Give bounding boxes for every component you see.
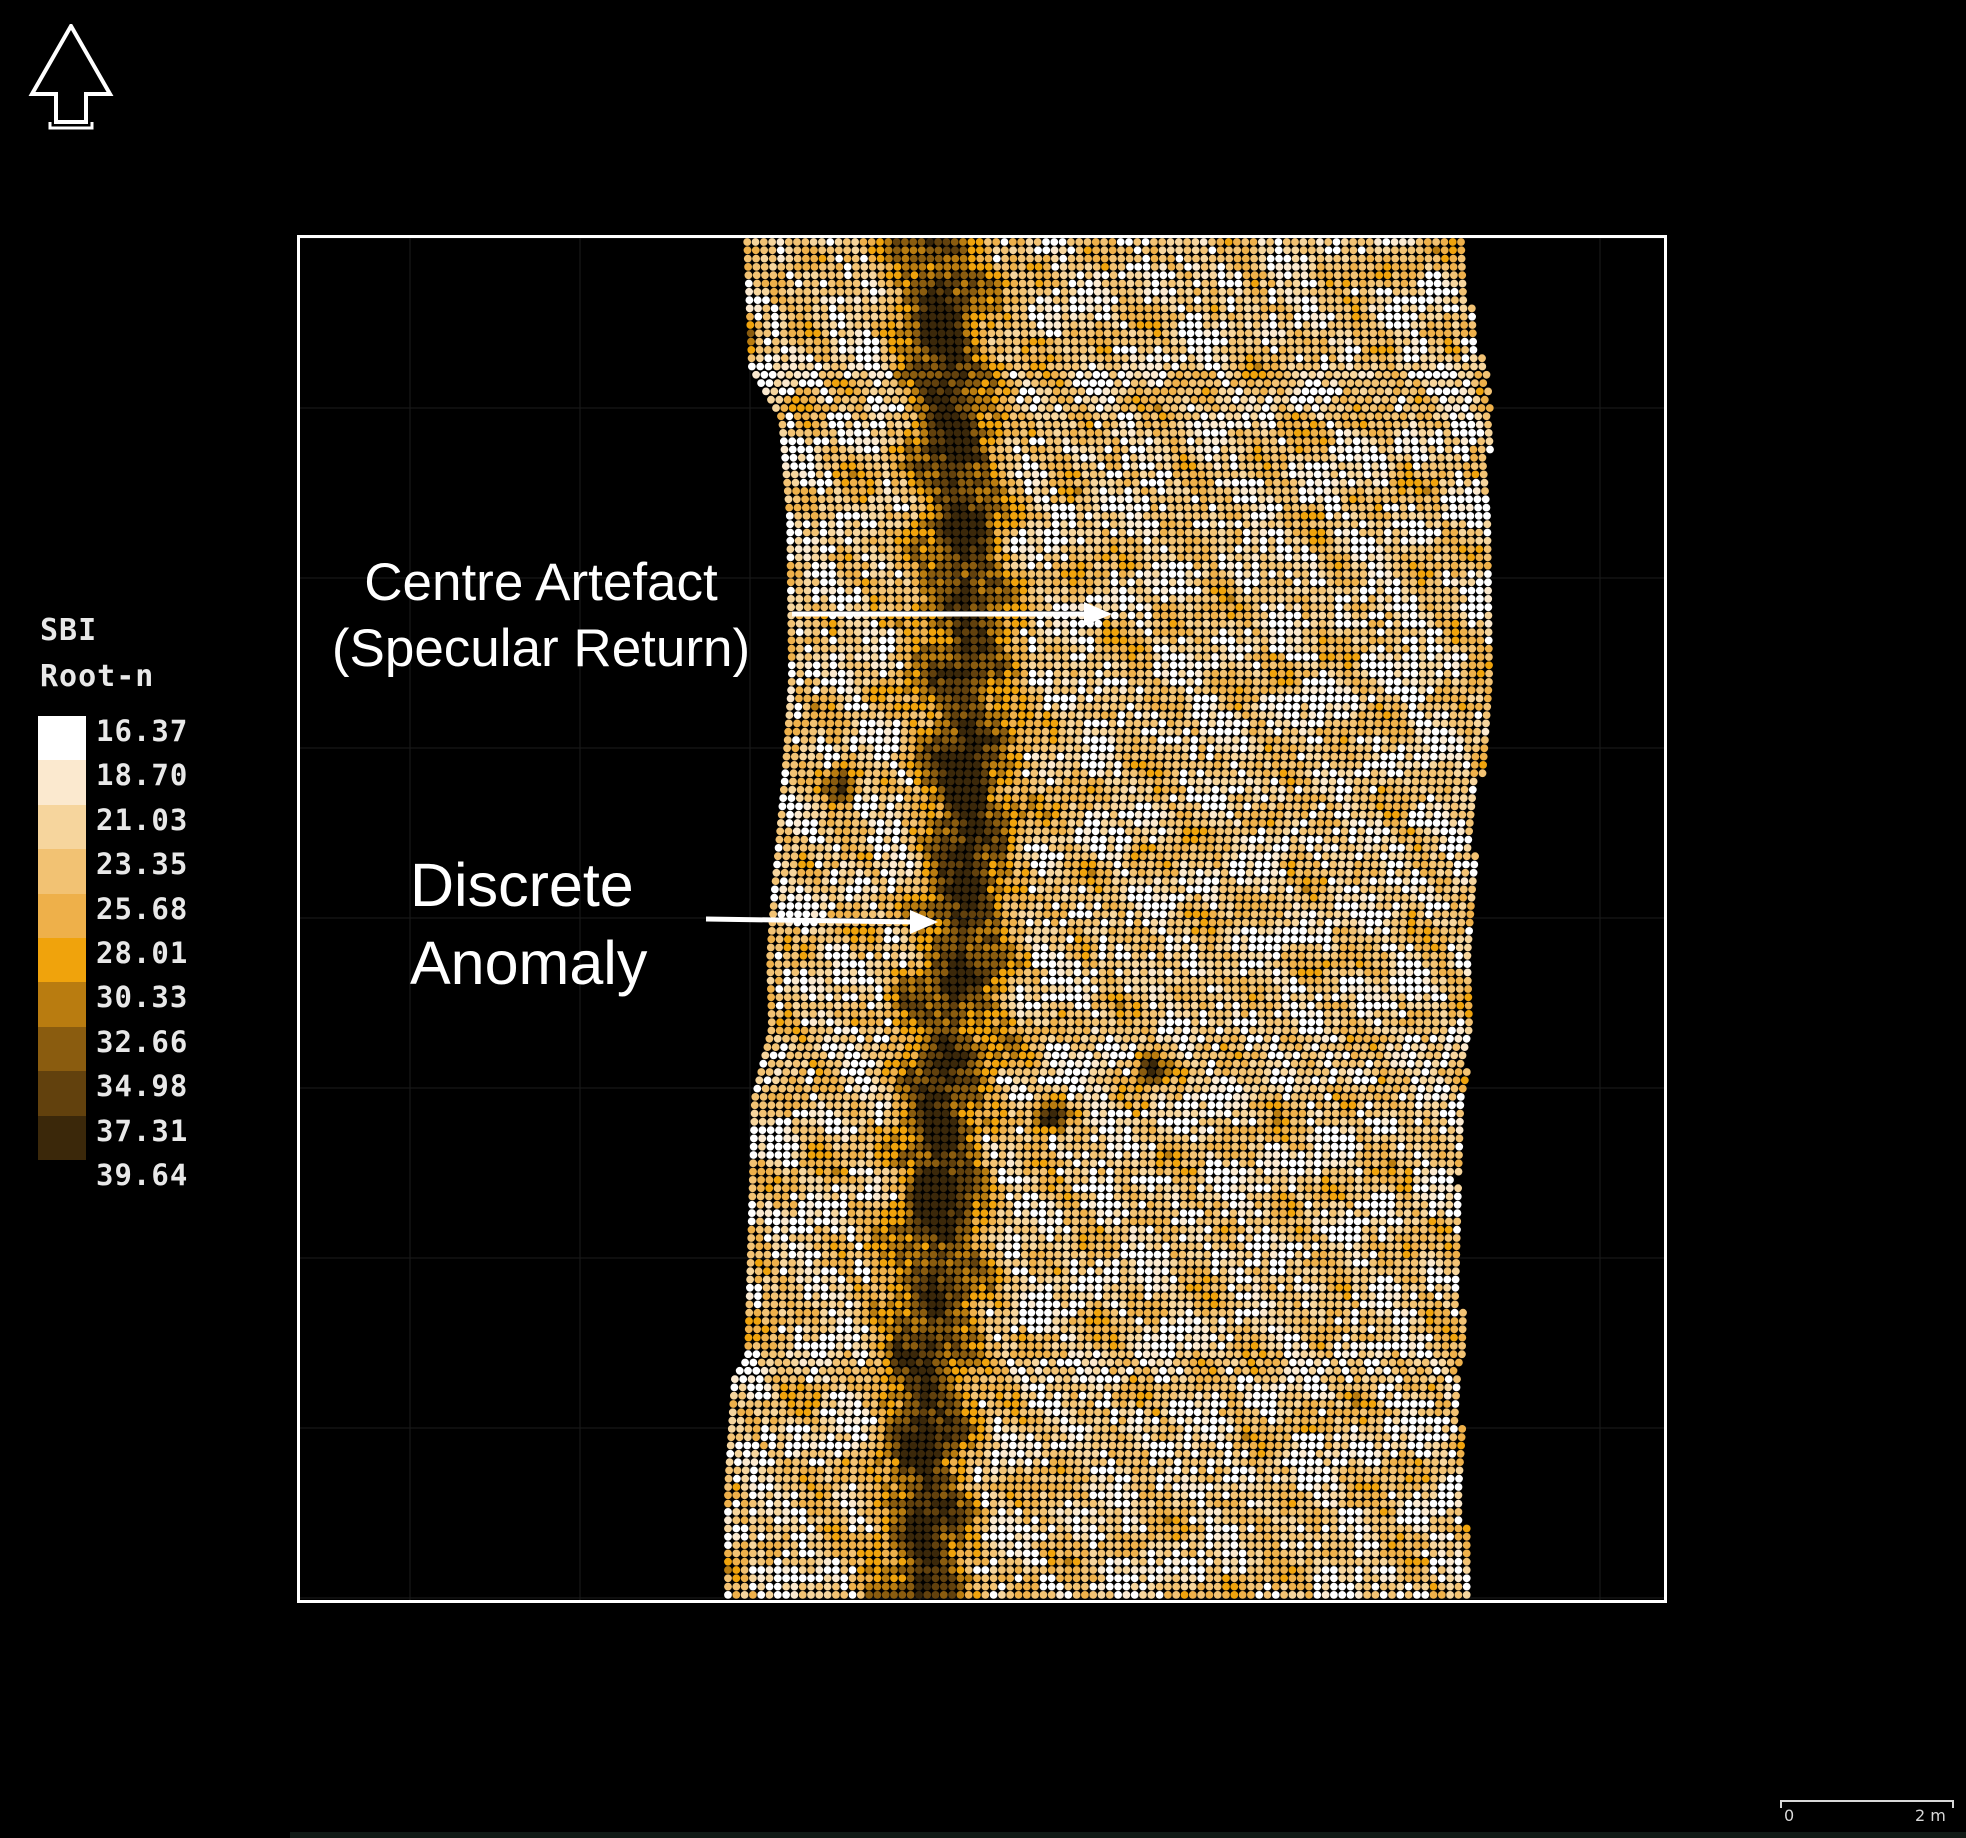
legend-swatch <box>38 804 86 850</box>
scale-bar-end-label: 2 m <box>1915 1806 1946 1825</box>
legend-value-label: 39.64 <box>96 1158 189 1192</box>
discrete-anomaly-label: Discrete Anomaly <box>410 846 670 1002</box>
legend-value-label: 34.98 <box>96 1069 189 1104</box>
legend-value-label: 32.66 <box>96 1024 189 1059</box>
centre-artefact-line1: Centre Artefact <box>364 553 718 612</box>
centre-artefact-label: Centre Artefact (Specular Return) <box>300 550 782 682</box>
legend-swatch <box>38 716 86 761</box>
legend-value-label: 23.35 <box>96 847 189 882</box>
discrete-anomaly-line2: Anomaly <box>410 929 648 997</box>
legend-swatch <box>38 1026 86 1072</box>
legend-title-line1: SBI <box>40 613 98 648</box>
legend-title-line2: Root-n <box>40 659 155 694</box>
color-legend: 16.37 18.70 21.03 23.35 25.68 28.01 30.33 32.66… <box>38 716 208 1216</box>
legend-swatch <box>38 1115 86 1160</box>
discrete-anomaly-line1: Discrete <box>410 851 634 919</box>
legend-swatch <box>38 938 86 983</box>
legend-value-label: 16.37 <box>96 714 189 748</box>
legend-title: SBI Root-n <box>40 608 154 700</box>
north-arrow-icon <box>28 24 114 130</box>
legend-value-label: 18.70 <box>96 758 189 793</box>
bottom-strip <box>290 1832 1966 1838</box>
legend-swatch <box>38 982 86 1027</box>
legend-value-label: 37.31 <box>96 1113 189 1148</box>
legend-swatch <box>38 1071 86 1116</box>
legend-value-label: 28.01 <box>96 936 189 970</box>
legend-value-label: 30.33 <box>96 980 189 1015</box>
legend-swatch <box>38 849 86 894</box>
scale-bar-start-label: 0 <box>1784 1806 1795 1825</box>
legend-swatch <box>38 760 86 805</box>
legend-value-label: 25.68 <box>96 891 189 926</box>
centre-artefact-line2: (Specular Return) <box>331 619 751 678</box>
legend-swatch <box>38 893 86 938</box>
legend-value-label: 21.03 <box>96 802 189 837</box>
scale-bar: 0 2 m <box>1780 1800 1960 1830</box>
